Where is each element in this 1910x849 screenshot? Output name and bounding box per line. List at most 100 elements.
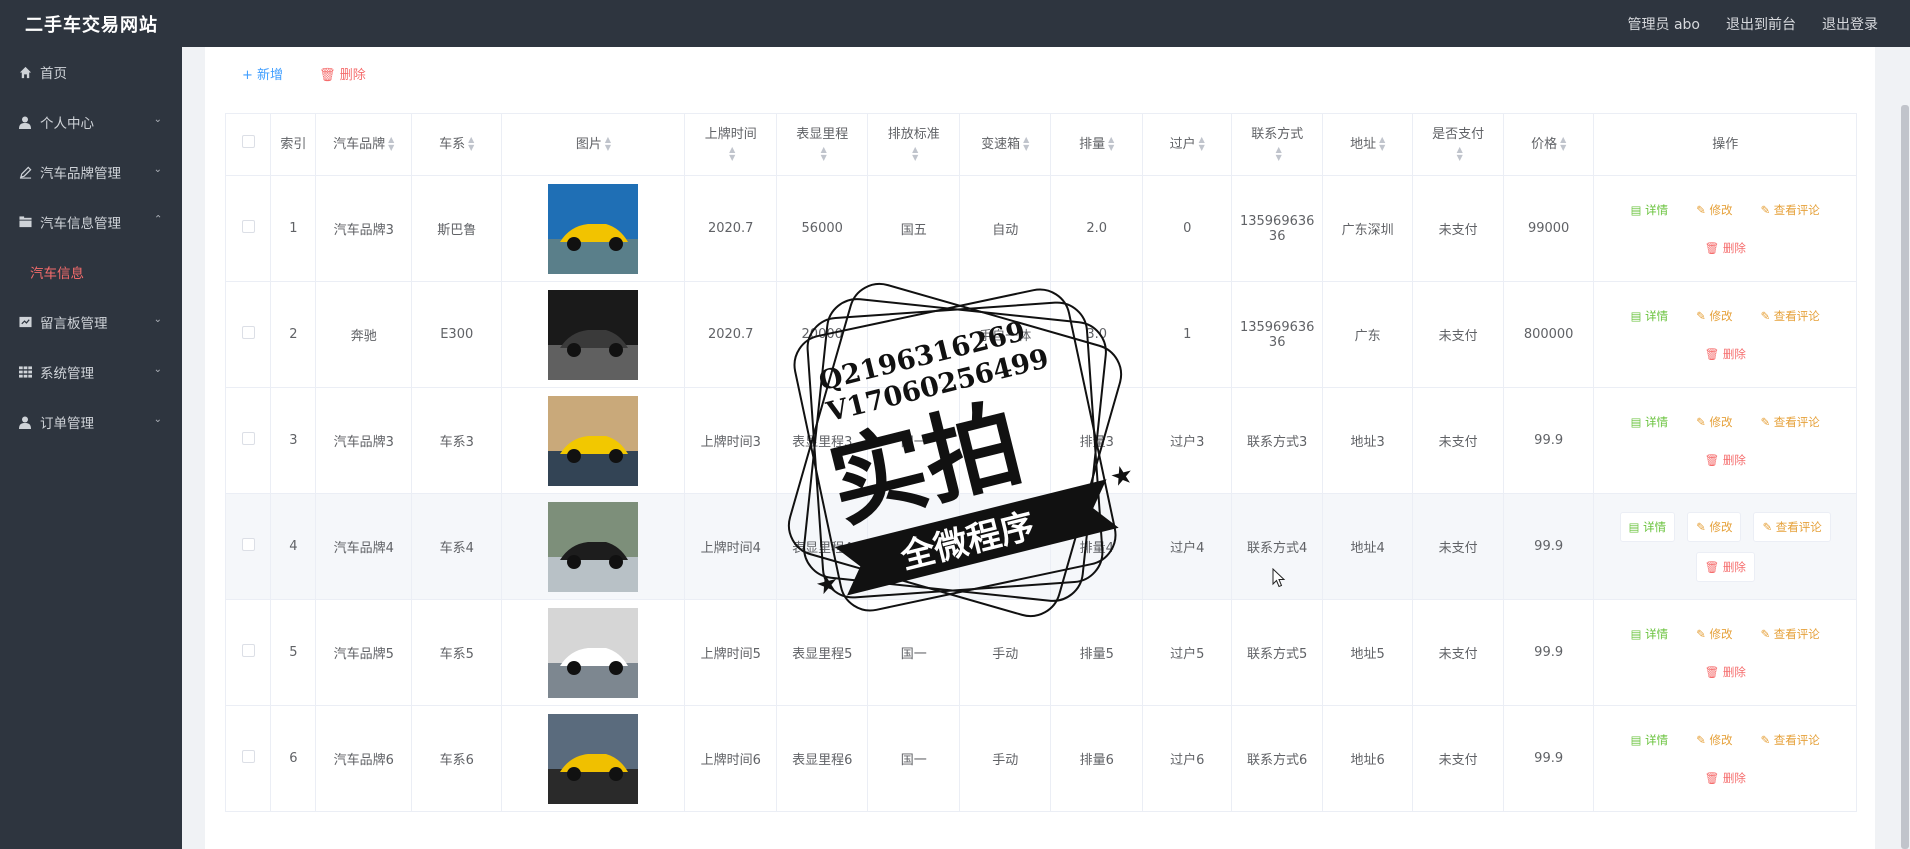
add-button[interactable]: + 新增 [242,64,283,84]
sort-icon[interactable]: ▲ ▼ [1108,136,1114,152]
sidebar-item-message-board[interactable]: 留言板管理 ⌄ [0,297,182,347]
view-reviews-button[interactable]: ✎ 查看评论 [1752,620,1827,648]
header-label: 是否支付 [1432,126,1485,142]
header-paid[interactable]: 是否支付 ▲ ▼ [1412,113,1504,176]
logout-link[interactable]: 退出登录 [1822,14,1878,34]
car-photo[interactable] [548,607,639,698]
sort-icon[interactable]: ▲ ▼ [605,136,611,152]
cell-series-text: 车系5 [439,647,474,662]
user-icon [18,415,32,429]
sort-icon[interactable]: ▲ ▼ [1457,146,1463,162]
row-checkbox-cell[interactable] [224,387,272,494]
edit-button[interactable]: ✎ 修改 [1688,726,1740,754]
edit-button[interactable]: ✎ 修改 [1688,302,1740,330]
cell-gearbox-text: 手动 [992,647,1019,662]
cell-gearbox-text: 手动 [992,753,1019,768]
header-image[interactable]: 图片 ▲ ▼ [501,113,686,176]
detail-button[interactable]: ▤ 详情 [1623,408,1677,436]
cell-price-text: 99000 [1527,221,1570,236]
header-address[interactable]: 地址 ▲ ▼ [1321,113,1414,176]
detail-button[interactable]: ▤ 详情 [1623,726,1677,754]
view-reviews-button[interactable]: ✎ 查看评论 [1752,726,1827,754]
header-emission[interactable]: 排放标准 ▲ ▼ [867,113,960,176]
row-checkbox-cell[interactable] [224,175,272,282]
header-transfer[interactable]: 过户 ▲ ▼ [1141,113,1233,176]
header-price[interactable]: 价格 ▲ ▼ [1502,113,1595,176]
sidebar-item-orders[interactable]: 订单管理 ⌄ [0,397,182,447]
view-reviews-button[interactable]: ✎ 查看评论 [1752,408,1827,436]
row-checkbox[interactable] [241,644,255,657]
row-actions: ▤ 详情 ✎ 修改 ✎ 查看评论 🗑 删除 [1594,726,1856,792]
cell-reg-date-text: 2020.7 [707,221,754,236]
detail-button[interactable]: ▤ 详情 [1623,196,1677,224]
detail-button[interactable]: ▤ 详情 [1623,620,1677,648]
cell-price: 99000 [1502,175,1595,282]
detail-button[interactable]: ▤ 详情 [1619,511,1676,542]
vertical-scrollbar[interactable] [1900,47,1910,849]
header-displacement[interactable]: 排量 ▲ ▼ [1050,113,1143,176]
delete-row-button[interactable]: 🗑 删除 [1697,764,1754,792]
sort-icon[interactable]: ▲ ▼ [1379,136,1385,152]
sort-icon[interactable]: ▲ ▼ [821,146,827,162]
row-checkbox[interactable] [241,326,255,339]
sort-icon[interactable]: ▲ ▼ [388,136,394,152]
car-photo[interactable] [548,713,639,804]
edit-button[interactable]: ✎ 修改 [1688,196,1740,224]
select-all-checkbox[interactable] [241,134,255,148]
sidebar-item-profile[interactable]: 个人中心 ⌄ [0,97,182,147]
cell-brand-text: 汽车品牌5 [333,647,394,662]
header-series[interactable]: 车系 ▲ ▼ [410,113,503,176]
row-checkbox-cell[interactable] [224,493,272,600]
delete-row-button[interactable]: 🗑 删除 [1697,658,1754,686]
edit-button[interactable]: ✎ 修改 [1688,408,1740,436]
delete-row-button[interactable]: 🗑 删除 [1697,446,1754,474]
sidebar-item-car-info-management[interactable]: 汽车信息管理 ⌄ [0,197,182,247]
car-photo[interactable] [548,289,639,380]
car-photo[interactable] [548,183,639,274]
delete-button[interactable]: 🗑 删除 [319,64,366,84]
edit-button[interactable]: ✎ 修改 [1688,620,1740,648]
view-reviews-label: 查看评论 [1773,414,1820,429]
delete-row-button[interactable]: 🗑 删除 [1697,234,1754,262]
sort-icon[interactable]: ▲ ▼ [1023,136,1029,152]
header-contact[interactable]: 联系方式 ▲ ▼ [1231,113,1323,176]
view-reviews-button[interactable]: ✎ 查看评论 [1752,302,1827,330]
back-to-front-link[interactable]: 退出到前台 [1726,14,1796,34]
detail-button[interactable]: ▤ 详情 [1623,302,1677,330]
edit-button[interactable]: ✎ 修改 [1687,511,1742,542]
sidebar-item-brand-management[interactable]: 汽车品牌管理 ⌄ [0,147,182,197]
row-checkbox[interactable] [241,538,255,551]
car-photo[interactable] [548,395,639,486]
car-photo[interactable] [548,501,639,592]
sidebar-item-system[interactable]: 系统管理 ⌄ [0,347,182,397]
sidebar-item-home[interactable]: 首页 [0,47,182,97]
header-label: 地址 [1350,136,1377,152]
admin-user-label[interactable]: 管理员 abo [1628,14,1700,34]
sort-icon[interactable]: ▲ ▼ [1199,136,1205,152]
view-reviews-button[interactable]: ✎ 查看评论 [1753,511,1831,542]
view-reviews-button[interactable]: ✎ 查看评论 [1752,196,1827,224]
row-checkbox-cell[interactable] [224,705,272,812]
row-checkbox[interactable] [241,750,255,763]
sort-icon[interactable]: ▲ ▼ [468,136,474,152]
delete-row-button[interactable]: 🗑 删除 [1695,551,1755,582]
sort-icon[interactable]: ▲ ▼ [729,146,735,162]
sidebar-subitem-car-info[interactable]: 汽车信息 [0,247,182,297]
delete-row-button[interactable]: 🗑 删除 [1697,340,1754,368]
pen-icon: ✎ [1696,202,1706,217]
sort-icon[interactable]: ▲ ▼ [1276,146,1282,162]
header-reg-date[interactable]: 上牌时间 ▲ ▼ [684,113,777,176]
header-gearbox[interactable]: 变速箱 ▲ ▼ [958,113,1052,176]
header-mileage[interactable]: 表显里程 ▲ ▼ [775,113,869,176]
sort-icon[interactable]: ▲ ▼ [912,146,918,162]
sort-icon[interactable]: ▲ ▼ [1560,136,1566,152]
header-brand[interactable]: 汽车品牌 ▲ ▼ [315,113,412,176]
select-all-checkbox-cell[interactable] [224,113,272,176]
row-checkbox-cell[interactable] [224,599,272,706]
row-checkbox[interactable] [241,432,255,445]
delete-row-label: 删除 [1722,559,1746,574]
row-checkbox-cell[interactable] [224,281,272,388]
row-checkbox[interactable] [241,220,255,233]
cell-contact-text: 135969636 36 [1239,319,1315,350]
scrollbar-thumb[interactable] [1901,105,1909,849]
